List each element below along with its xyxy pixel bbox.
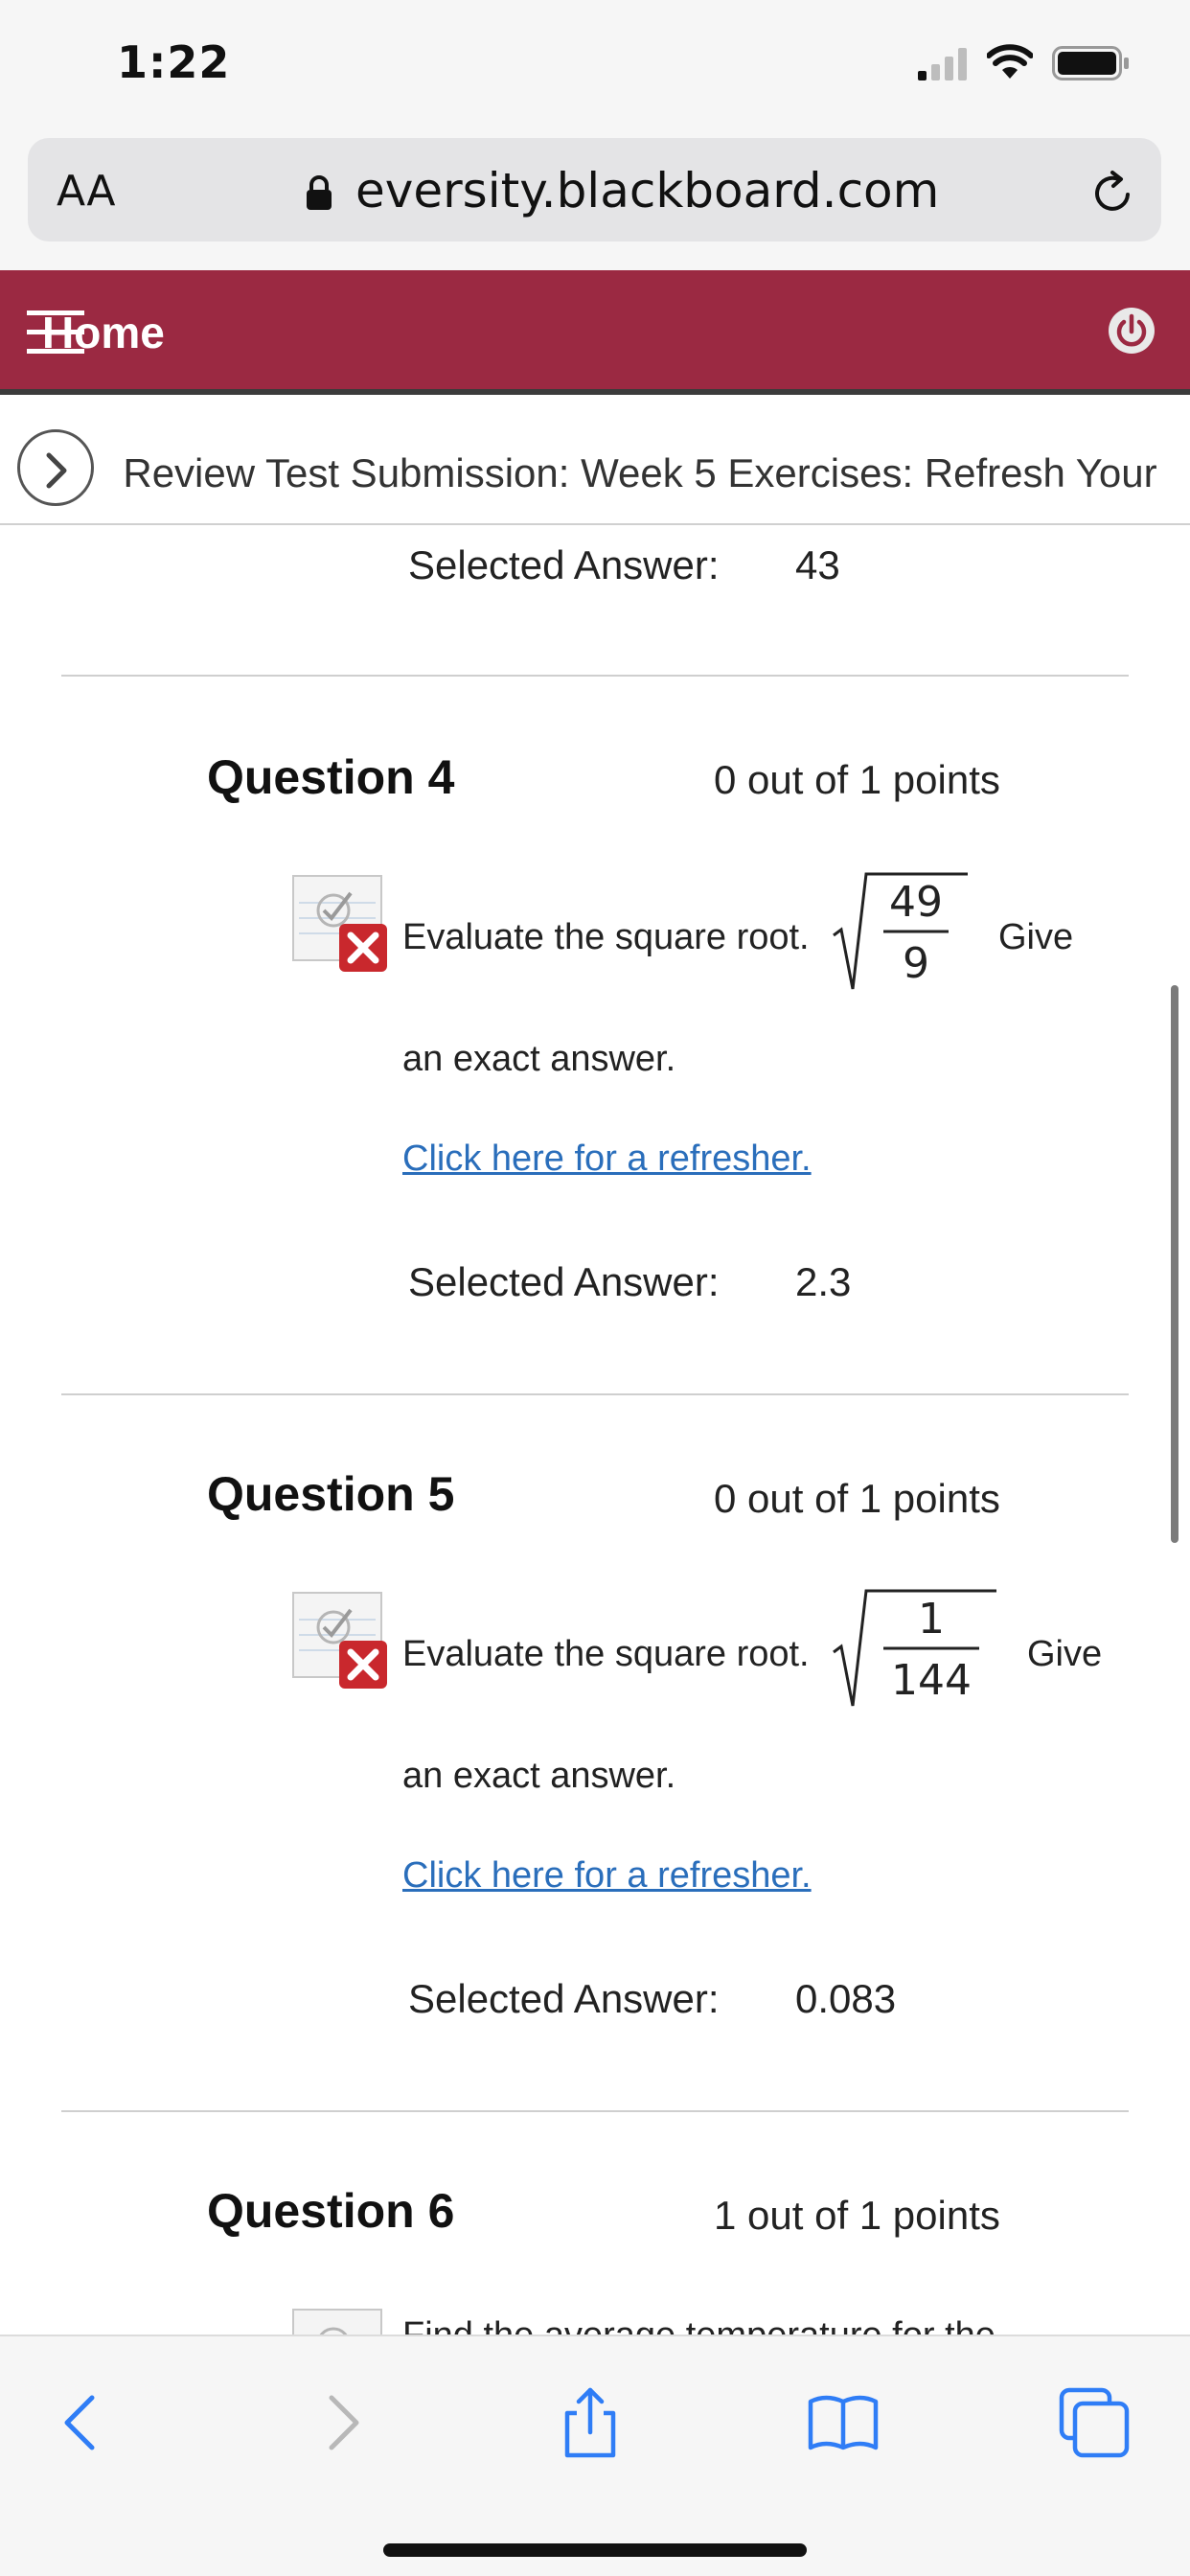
back-icon[interactable]: [44, 2384, 121, 2461]
question-5-denominator: 144: [891, 1656, 972, 1705]
app-header: Home: [0, 270, 1190, 395]
question-5-prompt-line2: an exact answer.: [402, 1756, 676, 1796]
answer-label: Selected Answer:: [408, 1259, 720, 1304]
power-icon[interactable]: [1108, 307, 1156, 355]
answer-value: 2.3: [795, 1259, 852, 1304]
question-4-selected-answer: Selected Answer: 2.3: [408, 1259, 851, 1305]
tabs-icon[interactable]: [1056, 2384, 1133, 2461]
bookmarks-icon[interactable]: [805, 2384, 881, 2461]
question-5-title: Question 5: [207, 1467, 455, 1521]
question-5-selected-answer: Selected Answer: 0.083: [408, 1976, 896, 2022]
wifi-icon: [987, 44, 1033, 79]
divider: [61, 675, 1129, 677]
question-4-prompt-line2: an exact answer.: [402, 1039, 676, 1079]
page-scrollbar[interactable]: [1171, 985, 1179, 1543]
question-5-prompt-suffix: Give: [1027, 1634, 1103, 1674]
browser-toolbar: [0, 2334, 1190, 2576]
url-text[interactable]: eversity.blackboard.com: [355, 163, 939, 218]
answer-value: 0.083: [795, 1976, 897, 2021]
divider: [61, 2110, 1129, 2112]
browser-address-area: AA eversity.blackboard.com: [0, 134, 1190, 270]
question-5-points: 0 out of 1 points: [714, 1476, 1000, 1521]
home-indicator: [383, 2543, 807, 2557]
question-4-prompt-suffix: Give: [998, 917, 1074, 957]
forward-icon[interactable]: [303, 2384, 379, 2461]
correct-answer-icon: [292, 2309, 382, 2334]
question-5-prompt: Evaluate the square root.: [402, 1634, 810, 1674]
previous-selected-answer: Selected Answer: 43: [408, 542, 840, 588]
answer-value: 43: [795, 542, 840, 587]
breadcrumb: Review Test Submission: Week 5 Exercises…: [0, 401, 1190, 525]
incorrect-answer-icon: [292, 875, 387, 972]
question-6-prompt: Find the average temperature for the: [402, 2315, 995, 2334]
battery-icon: [1052, 46, 1129, 80]
question-4-refresher-link[interactable]: Click here for a refresher.: [402, 1138, 812, 1180]
question-5-refresher-link[interactable]: Click here for a refresher.: [402, 1855, 812, 1897]
reload-icon[interactable]: [1089, 169, 1137, 217]
question-4-prompt: Evaluate the square root.: [402, 917, 810, 957]
divider: [61, 1393, 1129, 1395]
question-6-points: 1 out of 1 points: [714, 2193, 1000, 2238]
question-4-points: 0 out of 1 points: [714, 757, 1000, 802]
chevron-right-icon: [46, 452, 67, 489]
question-4-numerator: 49: [889, 878, 943, 927]
lock-icon: [307, 175, 332, 210]
answer-label: Selected Answer:: [408, 1976, 720, 2021]
status-bar: 1:22: [0, 0, 1190, 134]
expand-breadcrumb-button[interactable]: [17, 429, 94, 506]
test-review-content: Selected Answer: 43 Question 4 0 out of …: [0, 527, 1190, 2334]
question-5-numerator: 1: [918, 1595, 945, 1644]
question-6-title: Question 6: [207, 2184, 455, 2238]
cellular-signal-icon: [918, 48, 967, 80]
question-5-square-root: 1 144: [833, 1589, 996, 1707]
answer-label: Selected Answer:: [408, 542, 720, 587]
address-bar[interactable]: AA eversity.blackboard.com: [28, 138, 1161, 242]
question-4-denominator: 9: [903, 939, 929, 988]
breadcrumb-title: Review Test Submission: Week 5 Exercises…: [123, 450, 1157, 523]
question-4-square-root: 49 9: [833, 872, 968, 990]
status-time: 1:22: [117, 36, 231, 88]
question-4-title: Question 4: [207, 750, 455, 804]
share-icon[interactable]: [552, 2384, 629, 2461]
incorrect-answer-icon: [292, 1592, 387, 1689]
header-title[interactable]: Home: [42, 307, 165, 358]
text-size-button[interactable]: AA: [57, 167, 115, 216]
